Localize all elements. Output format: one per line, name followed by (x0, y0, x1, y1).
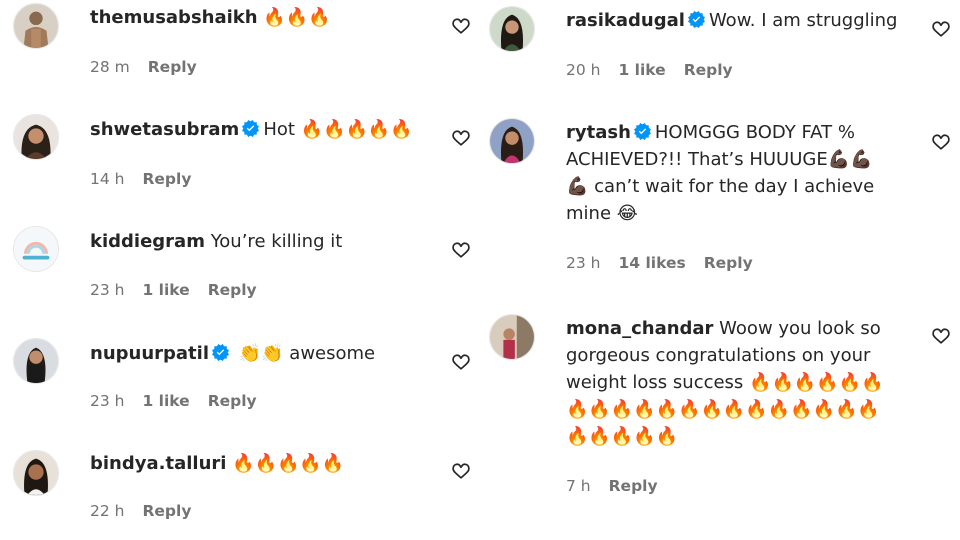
reply-button[interactable]: Reply (148, 58, 197, 76)
avatar[interactable] (13, 450, 59, 496)
comment-meta: 23 h 1 like Reply (90, 281, 275, 299)
comment-text: awesome (289, 343, 376, 364)
fire-emoji-icon: 🔥🔥🔥🔥🔥 (232, 453, 345, 474)
comment-meta: 7 h Reply (566, 477, 676, 495)
heart-outline-icon[interactable] (931, 326, 951, 346)
clap-emoji-icon: 👏👏 (238, 343, 284, 364)
comment-meta: 28 m Reply (90, 58, 215, 76)
username[interactable]: rytash (566, 122, 631, 143)
reply-button[interactable]: Reply (684, 61, 733, 79)
verified-badge-icon (242, 120, 259, 137)
username[interactable]: kiddiegram (90, 231, 205, 252)
fire-emoji-icon: 🔥🔥🔥 (263, 7, 331, 28)
username[interactable]: rasikadugal (566, 10, 685, 31)
laugh-emoji-icon: 😂 (616, 203, 638, 224)
comment-body: rasikadugal Wow. I am struggling (566, 7, 926, 34)
comment-meta: 23 h 14 likes Reply (566, 254, 771, 272)
heart-outline-icon[interactable] (451, 16, 471, 36)
comment-text: You’re killing it (210, 231, 343, 252)
comment: kiddiegram You’re killing it 23 h 1 like R… (0, 222, 480, 322)
heart-outline-icon[interactable] (931, 19, 951, 39)
comment-text: can’t wait for the day I achieve mine (566, 176, 875, 224)
verified-badge-icon (212, 344, 229, 361)
avatar[interactable] (13, 226, 59, 272)
avatar[interactable] (13, 3, 59, 49)
timestamp[interactable]: 23 h (90, 392, 124, 410)
comment: mona_chandar Woow you look so gorgeous c… (480, 308, 960, 508)
comment-meta: 22 h Reply (90, 502, 209, 520)
likes-count[interactable]: 1 like (618, 61, 665, 79)
avatar[interactable] (13, 114, 59, 160)
comment-body: themusabshaikh 🔥🔥🔥 (90, 4, 440, 31)
reply-button[interactable]: Reply (609, 477, 658, 495)
heart-outline-icon[interactable] (931, 132, 951, 152)
comment: nupuurpatil 👏👏 awesome 23 h 1 like Reply (0, 334, 480, 434)
heart-outline-icon[interactable] (451, 128, 471, 148)
timestamp[interactable]: 23 h (90, 281, 124, 299)
reply-button[interactable]: Reply (142, 502, 191, 520)
comment-text: Hot (263, 119, 295, 140)
likes-count[interactable]: 1 like (142, 281, 189, 299)
fire-emoji-icon: 🔥🔥🔥🔥🔥 (300, 119, 413, 140)
muscle-emoji-icon: 💪🏿💪🏿 (827, 149, 873, 170)
avatar[interactable] (13, 338, 59, 384)
timestamp[interactable]: 23 h (566, 254, 600, 272)
reply-button[interactable]: Reply (208, 281, 257, 299)
comment-body: shwetasubram Hot 🔥🔥🔥🔥🔥 (90, 116, 440, 143)
avatar[interactable] (489, 118, 535, 164)
timestamp[interactable]: 7 h (566, 477, 591, 495)
comment-meta: 23 h 1 like Reply (90, 392, 275, 410)
comment: shwetasubram Hot 🔥🔥🔥🔥🔥 14 h Reply (0, 110, 480, 210)
comment-meta: 14 h Reply (90, 170, 209, 188)
likes-count[interactable]: 14 likes (618, 254, 685, 272)
reply-button[interactable]: Reply (704, 254, 753, 272)
comment-body: mona_chandar Woow you look so gorgeous c… (566, 315, 896, 450)
comment: rytash HOMGGG BODY FAT % ACHIEVED?!! That… (480, 112, 960, 292)
username[interactable]: bindya.talluri (90, 453, 226, 474)
timestamp[interactable]: 14 h (90, 170, 124, 188)
username[interactable]: shwetasubram (90, 119, 239, 140)
timestamp[interactable]: 22 h (90, 502, 124, 520)
comment-meta: 20 h 1 like Reply (566, 61, 751, 79)
avatar[interactable] (489, 314, 535, 360)
username[interactable]: themusabshaikh (90, 7, 258, 28)
comment: bindya.talluri 🔥🔥🔥🔥🔥 22 h Reply (0, 446, 480, 540)
reply-button[interactable]: Reply (142, 170, 191, 188)
verified-badge-icon (634, 123, 651, 140)
comment: rasikadugal Wow. I am struggling 20 h 1 li… (480, 0, 960, 100)
comment-body: kiddiegram You’re killing it (90, 228, 440, 255)
muscle-emoji-icon: 💪🏿 (566, 176, 589, 197)
heart-outline-icon[interactable] (451, 461, 471, 481)
comment-body: bindya.talluri 🔥🔥🔥🔥🔥 (90, 450, 440, 477)
reply-button[interactable]: Reply (208, 392, 257, 410)
comment-text: Wow. I am struggling (708, 10, 898, 31)
likes-count[interactable]: 1 like (142, 392, 189, 410)
heart-outline-icon[interactable] (451, 240, 471, 260)
heart-outline-icon[interactable] (451, 352, 471, 372)
comment-body: rytash HOMGGG BODY FAT % ACHIEVED?!! That… (566, 119, 896, 227)
comment: themusabshaikh 🔥🔥🔥 28 m Reply (0, 0, 480, 100)
comment-body: nupuurpatil 👏👏 awesome (90, 340, 440, 367)
avatar[interactable] (489, 6, 535, 52)
timestamp[interactable]: 28 m (90, 58, 130, 76)
username[interactable]: mona_chandar (566, 318, 713, 339)
verified-badge-icon (688, 11, 705, 28)
username[interactable]: nupuurpatil (90, 343, 209, 364)
timestamp[interactable]: 20 h (566, 61, 600, 79)
